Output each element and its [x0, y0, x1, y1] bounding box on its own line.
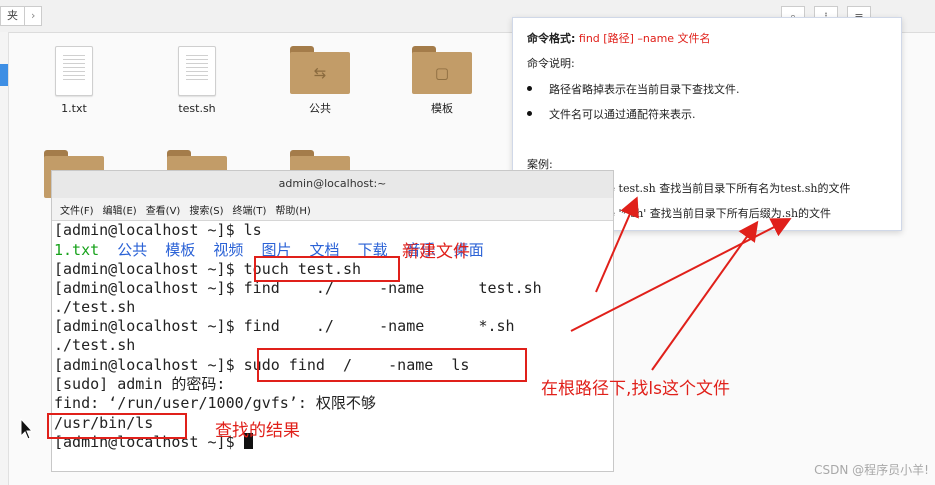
arrow-to-case-1 — [595, 196, 639, 293]
watermark: CSDN @程序员小羊! — [814, 463, 929, 477]
mouse-pointer-icon — [20, 418, 34, 440]
annotation-arrows — [570, 196, 792, 371]
arrow-to-case-2b — [651, 220, 759, 371]
